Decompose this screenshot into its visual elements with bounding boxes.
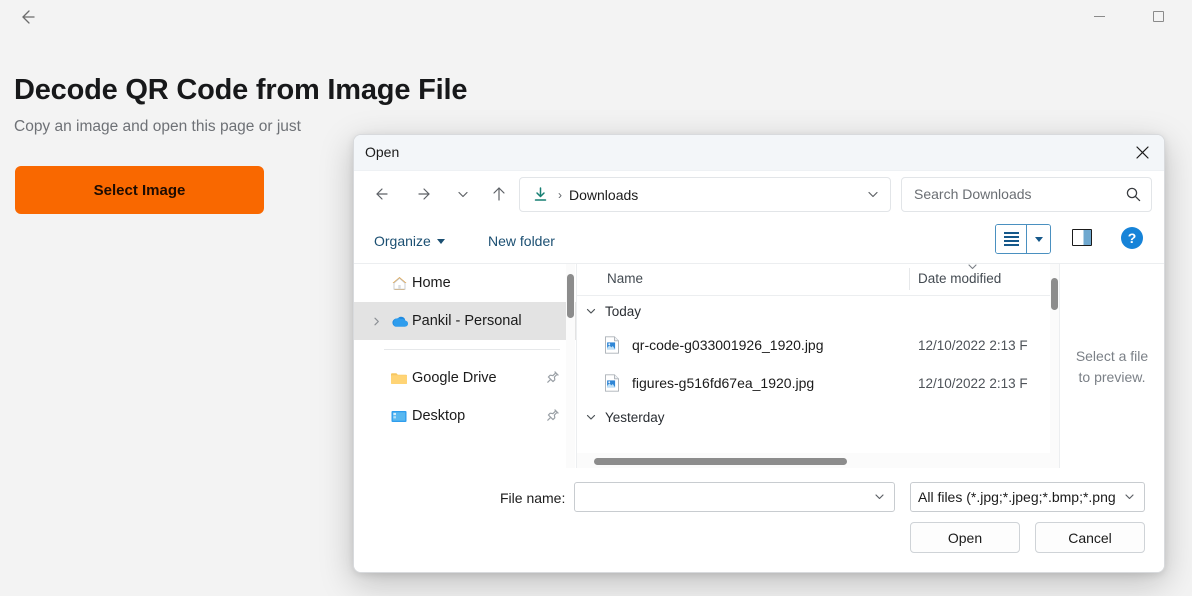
image-file-icon xyxy=(604,336,628,354)
breadcrumb-location: Downloads xyxy=(569,187,638,203)
open-file-dialog: Open xyxy=(353,134,1165,573)
organize-label: Organize xyxy=(374,233,431,249)
preview-line-2: to preview. xyxy=(1068,367,1156,388)
maximize-icon xyxy=(1153,11,1164,22)
page-title: Decode QR Code from Image File xyxy=(14,74,467,107)
home-icon xyxy=(386,275,412,292)
chevron-down-icon xyxy=(585,305,597,317)
open-button[interactable]: Open xyxy=(910,522,1020,553)
file-date-modified: 12/10/2022 2:13 F xyxy=(918,376,1028,391)
sidebar-item-label: Home xyxy=(412,275,451,291)
preview-line-1: Select a file xyxy=(1068,346,1156,367)
group-header-yesterday[interactable]: Yesterday xyxy=(577,402,1059,432)
sidebar-item-label: Pankil - Personal xyxy=(412,313,522,329)
column-divider xyxy=(909,268,910,290)
pin-icon[interactable] xyxy=(546,408,560,427)
chevron-down-icon xyxy=(1123,490,1136,508)
browser-titlebar xyxy=(0,0,1192,34)
onedrive-icon xyxy=(386,314,412,329)
list-view-icon xyxy=(1004,230,1019,249)
close-icon[interactable] xyxy=(1120,135,1164,169)
table-row[interactable]: qr-code-g033001926_1920.jpg 12/10/2022 2… xyxy=(577,326,1059,364)
dialog-footer: File name: All files (*.jpg;*.jpeg;*.bmp… xyxy=(354,468,1164,572)
search-box[interactable]: Search Downloads xyxy=(901,177,1152,212)
browser-back-icon[interactable] xyxy=(12,2,42,32)
command-bar: Organize New folder ? xyxy=(354,220,1164,263)
file-list-horizontal-scrollbar-thumb[interactable] xyxy=(594,458,847,465)
file-name-label: File name: xyxy=(500,490,565,506)
preview-pane-icon[interactable] xyxy=(1072,229,1092,246)
folder-icon xyxy=(386,371,412,386)
file-name: qr-code-g033001926_1920.jpg xyxy=(632,337,824,353)
sidebar-item-google-drive[interactable]: Google Drive xyxy=(354,359,576,397)
address-chevron-down-icon[interactable] xyxy=(866,187,880,201)
window-minimize-button[interactable] xyxy=(1076,0,1122,32)
dialog-body: Home Pankil - Personal xyxy=(354,263,1164,468)
sidebar-item-label: Desktop xyxy=(412,408,465,424)
page-subtitle: Copy an image and open this page or just xyxy=(14,118,301,136)
select-image-button[interactable]: Select Image xyxy=(15,166,264,214)
chevron-down-icon[interactable] xyxy=(873,490,886,508)
dialog-forward-icon[interactable] xyxy=(408,177,442,211)
view-button-group xyxy=(995,224,1051,254)
file-type-dropdown[interactable]: All files (*.jpg;*.jpeg;*.bmp;*.png xyxy=(910,482,1145,512)
address-row: › Downloads Search Downloads xyxy=(354,171,1164,220)
column-header-row: Name Date modified xyxy=(577,264,1059,296)
view-dropdown-button[interactable] xyxy=(1027,225,1050,253)
dialog-title: Open xyxy=(365,144,399,160)
new-folder-button[interactable]: New folder xyxy=(482,227,561,255)
sidebar-item-label: Google Drive xyxy=(412,370,497,386)
file-list-vertical-scrollbar-thumb[interactable] xyxy=(1051,278,1058,310)
image-file-icon xyxy=(604,374,628,392)
group-label: Yesterday xyxy=(605,410,665,425)
chevron-down-icon xyxy=(585,411,597,423)
table-row[interactable]: figures-g516fd67ea_1920.jpg 12/10/2022 2… xyxy=(577,364,1059,402)
file-date-modified: 12/10/2022 2:13 F xyxy=(918,338,1028,353)
sort-descending-icon xyxy=(966,264,979,278)
file-list-pane: Name Date modified Today xyxy=(577,264,1059,469)
search-input[interactable]: Search Downloads xyxy=(914,186,1032,202)
app-root: Decode QR Code from Image File Copy an i… xyxy=(0,0,1192,596)
file-name-field[interactable] xyxy=(574,482,895,512)
window-maximize-button[interactable] xyxy=(1135,0,1181,32)
file-name-input[interactable] xyxy=(582,488,872,504)
view-list-button[interactable] xyxy=(996,225,1027,253)
help-icon[interactable]: ? xyxy=(1121,227,1143,249)
nav-scrollbar-thumb[interactable] xyxy=(567,274,574,318)
sidebar-divider xyxy=(384,349,560,350)
file-type-value: All files (*.jpg;*.jpeg;*.bmp;*.png xyxy=(918,489,1118,505)
dialog-titlebar: Open xyxy=(354,135,1164,171)
preview-pane: Select a file to preview. xyxy=(1060,264,1164,469)
sidebar-item-desktop[interactable]: Desktop xyxy=(354,397,576,435)
desktop-icon xyxy=(386,409,412,424)
search-icon[interactable] xyxy=(1125,186,1142,208)
preview-placeholder: Select a file to preview. xyxy=(1060,346,1164,388)
breadcrumb-separator: › xyxy=(558,188,562,202)
recent-locations-chevron-down-icon[interactable] xyxy=(446,177,480,211)
chevron-down-icon xyxy=(437,239,445,244)
up-one-level-icon[interactable] xyxy=(482,177,516,211)
chevron-down-icon xyxy=(1035,237,1043,242)
sidebar-item-home[interactable]: Home xyxy=(354,264,576,302)
group-label: Today xyxy=(605,304,641,319)
pin-icon[interactable] xyxy=(546,370,560,389)
file-name: figures-g516fd67ea_1920.jpg xyxy=(632,375,814,391)
address-bar[interactable]: › Downloads xyxy=(519,177,891,212)
column-header-date-modified[interactable]: Date modified xyxy=(918,271,1001,286)
group-header-today[interactable]: Today xyxy=(577,296,1059,326)
minimize-icon xyxy=(1094,16,1105,17)
chevron-right-icon[interactable] xyxy=(366,316,386,327)
sidebar-item-pankil-personal[interactable]: Pankil - Personal xyxy=(354,302,576,340)
cancel-button[interactable]: Cancel xyxy=(1035,522,1145,553)
navigation-pane: Home Pankil - Personal xyxy=(354,264,576,469)
dialog-back-icon[interactable] xyxy=(364,177,398,211)
column-header-name[interactable]: Name xyxy=(607,271,643,286)
downloads-icon xyxy=(532,186,549,203)
organize-button[interactable]: Organize xyxy=(368,227,451,255)
